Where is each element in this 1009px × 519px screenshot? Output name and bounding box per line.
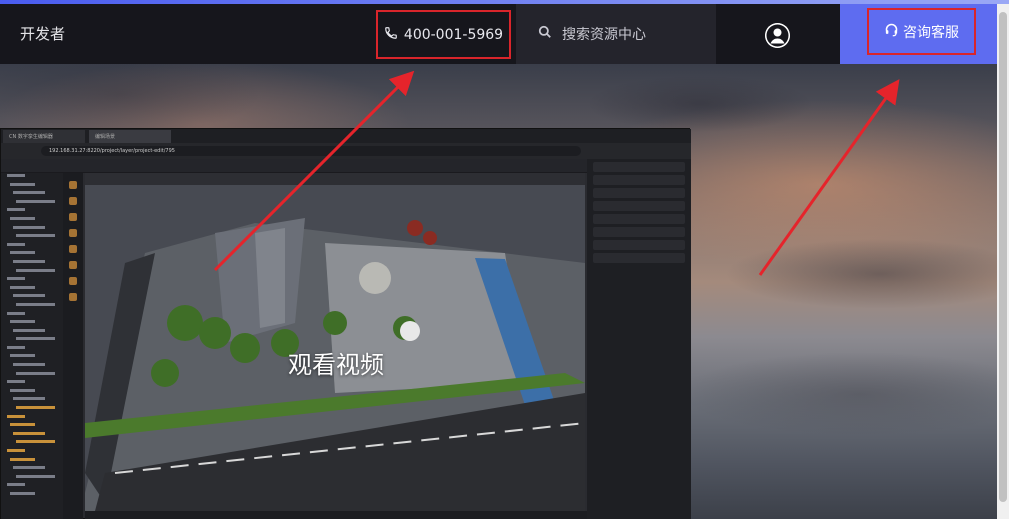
arrow-to-consult [758, 79, 900, 276]
annotation-arrows [213, 70, 900, 276]
arrow-to-phone [213, 70, 415, 272]
